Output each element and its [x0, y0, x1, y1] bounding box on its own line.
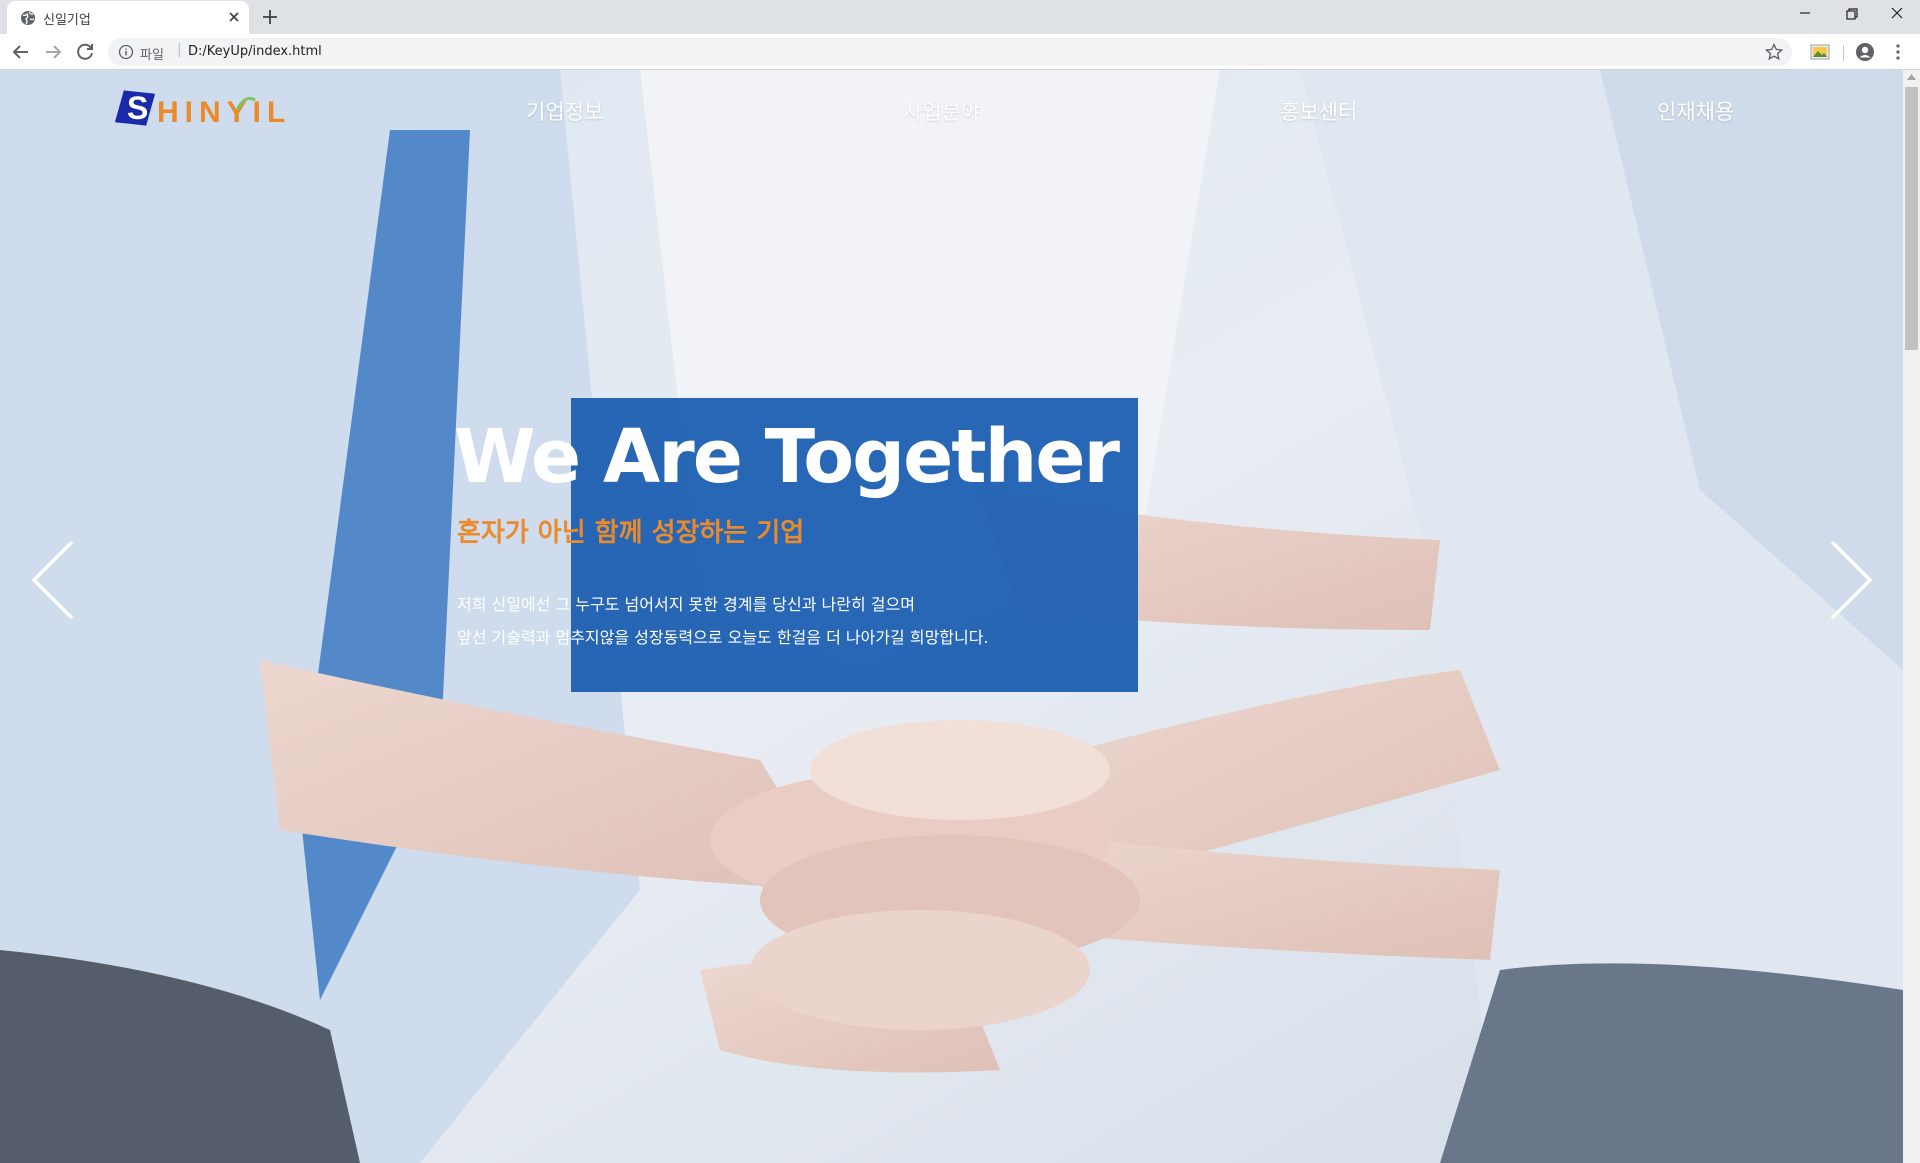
- slide-description: 저희 신일에선 그 누구도 넘어서지 못한 경계를 당신과 나란히 걸으며 앞선…: [457, 588, 989, 654]
- extension-image-icon[interactable]: [1810, 43, 1830, 61]
- close-tab-icon[interactable]: [225, 8, 243, 26]
- reload-icon[interactable]: [73, 40, 97, 64]
- address-url[interactable]: D:/KeyUp/index.html: [188, 44, 322, 59]
- slide-title: We Are Together: [454, 414, 1120, 500]
- address-divider: |: [177, 42, 182, 58]
- info-icon[interactable]: [118, 44, 134, 60]
- slide-next-arrow-icon[interactable]: [1826, 538, 1876, 622]
- profile-avatar-icon[interactable]: [1855, 42, 1875, 62]
- toolbar-divider: [1843, 45, 1844, 61]
- window-close-icon[interactable]: [1874, 0, 1920, 30]
- nav-recruitment[interactable]: 인재채용: [1657, 96, 1734, 126]
- site-logo[interactable]: S HINYIL: [114, 88, 285, 136]
- hero-slider: S HINYIL 기업정보 사업분야 홍보센터 인재채용 We Are Toge…: [0, 70, 1903, 1163]
- logo-wordmark: HINYIL: [157, 96, 292, 129]
- logo-letter: S: [127, 90, 149, 126]
- site-header: S HINYIL 기업정보 사업분야 홍보센터 인재채용: [0, 70, 1903, 150]
- nav-business-area[interactable]: 사업분야: [903, 96, 980, 126]
- tab-title: 신일기업: [43, 13, 91, 28]
- address-scheme: 파일: [140, 48, 164, 63]
- slide-description-line-2: 앞선 기술력과 멈추지않을 성장동력으로 오늘도 한걸음 더 나아가길 희망합니…: [457, 628, 989, 647]
- browser-tab[interactable]: 신일기업: [7, 1, 249, 34]
- scrollbar-thumb[interactable]: [1905, 87, 1918, 350]
- slide-description-line-1: 저희 신일에선 그 누구도 넘어서지 못한 경계를 당신과 나란히 걸으며: [457, 595, 915, 614]
- logo-swoosh-icon: [235, 96, 256, 111]
- address-bar[interactable]: 파일 | D:/KeyUp/index.html: [108, 38, 1792, 66]
- forward-arrow-icon[interactable]: [41, 40, 65, 64]
- slide-prev-arrow-icon[interactable]: [28, 538, 78, 622]
- bookmark-star-icon[interactable]: [1764, 42, 1784, 62]
- globe-icon: [21, 11, 35, 25]
- minimize-icon[interactable]: [1782, 0, 1828, 30]
- more-menu-icon[interactable]: [1888, 42, 1908, 62]
- restore-icon[interactable]: [1828, 0, 1874, 30]
- nav-company-info[interactable]: 기업정보: [526, 96, 603, 126]
- browser-tab-strip: 신일기업: [0, 0, 1920, 34]
- nav-pr-center[interactable]: 홍보센터: [1280, 96, 1357, 126]
- slide-subtitle: 혼자가 아닌 함께 성장하는 기업: [457, 518, 805, 548]
- back-arrow-icon[interactable]: [9, 40, 33, 64]
- browser-toolbar: 파일 | D:/KeyUp/index.html: [0, 34, 1920, 70]
- new-tab-icon[interactable]: [258, 6, 282, 28]
- page-viewport: S HINYIL 기업정보 사업분야 홍보센터 인재채용 We Are Toge…: [0, 70, 1903, 1163]
- scroll-up-arrow-icon[interactable]: [1907, 74, 1916, 80]
- page-scrollbar[interactable]: [1903, 70, 1920, 1163]
